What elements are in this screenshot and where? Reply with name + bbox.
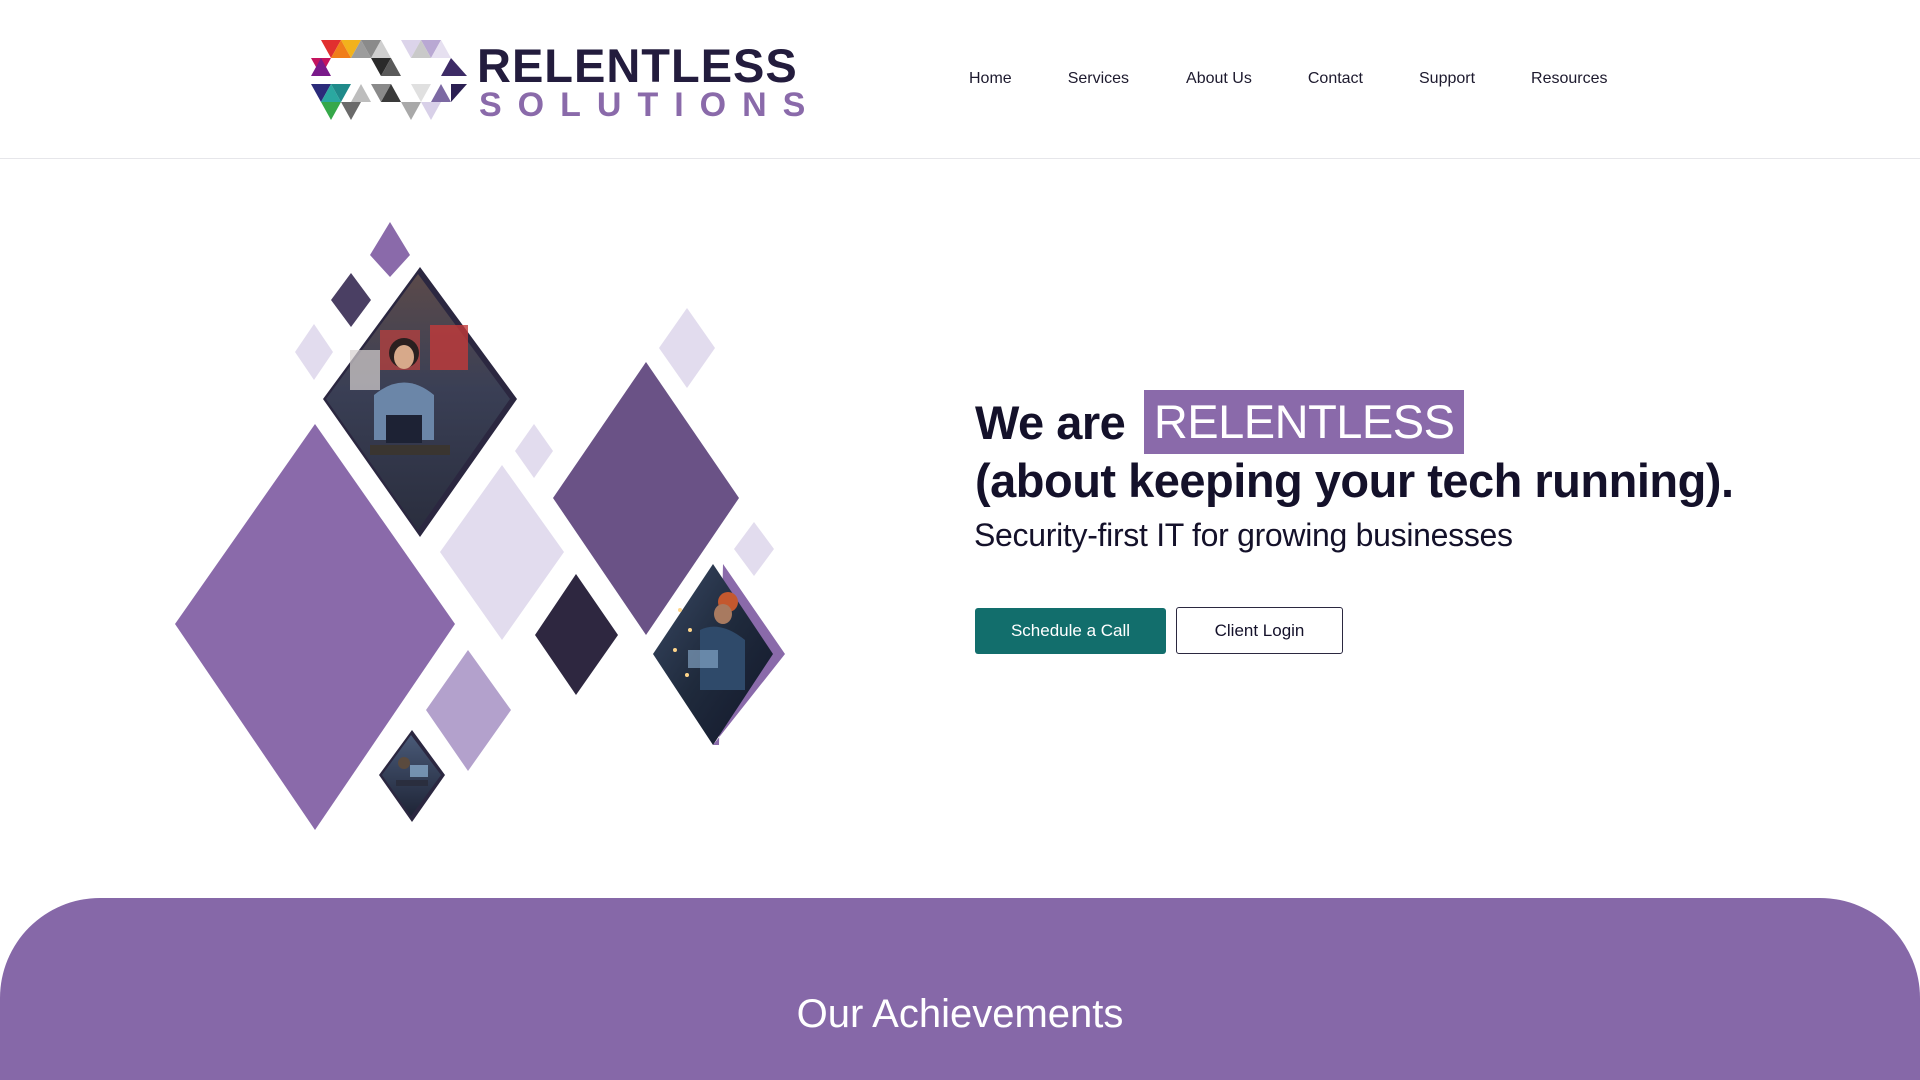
diamond-small-top: [370, 222, 410, 277]
nav-contact[interactable]: Contact: [1308, 66, 1363, 92]
logo-wordmark-line1: RELENTLESS: [477, 39, 798, 92]
client-login-button[interactable]: Client Login: [1176, 607, 1343, 654]
diamond-mid-light: [440, 465, 564, 640]
nav-resources[interactable]: Resources: [1531, 66, 1607, 92]
nav-services[interactable]: Services: [1068, 66, 1129, 92]
diamond-small-dark: [331, 273, 371, 327]
achievements-section: Our Achievements: [0, 898, 1920, 1080]
hero-title-highlight: RELENTLESS: [1143, 390, 1465, 454]
diamond-small-light-2: [659, 308, 715, 388]
hero-diamond-mosaic: [175, 222, 785, 830]
schedule-call-button[interactable]: Schedule a Call: [975, 608, 1166, 654]
photo-workstation-diamond: [379, 730, 445, 822]
hero-title-prefix: We are: [975, 396, 1126, 449]
hero-subtitle: Security-first IT for growing businesses: [974, 517, 1513, 553]
nav-about-us[interactable]: About Us: [1186, 66, 1252, 92]
brand-logo[interactable]: RELENTLESS SOLUTIONS: [309, 38, 805, 124]
logo-hexagon-icon: [311, 40, 467, 120]
achievements-heading: Our Achievements: [796, 992, 1124, 1036]
diamond-small-light-3: [515, 424, 553, 478]
site-header: RELENTLESS SOLUTIONS Home Services About…: [0, 0, 1920, 159]
diamond-small-light-1: [295, 324, 333, 380]
nav-support[interactable]: Support: [1419, 66, 1475, 92]
diamond-small-light-4: [734, 522, 774, 576]
diamond-lavender: [426, 650, 511, 771]
nav-home[interactable]: Home: [969, 66, 1012, 92]
main-nav: Home Services About Us Contact Support R…: [969, 66, 1608, 92]
hero-headline: We are RELENTLESS (about keeping your te…: [975, 390, 1734, 508]
hero-title-line2: (about keeping your tech running).: [975, 454, 1734, 507]
diamond-dark-navy: [535, 574, 618, 695]
logo-wordmark-line2: SOLUTIONS: [479, 86, 822, 124]
